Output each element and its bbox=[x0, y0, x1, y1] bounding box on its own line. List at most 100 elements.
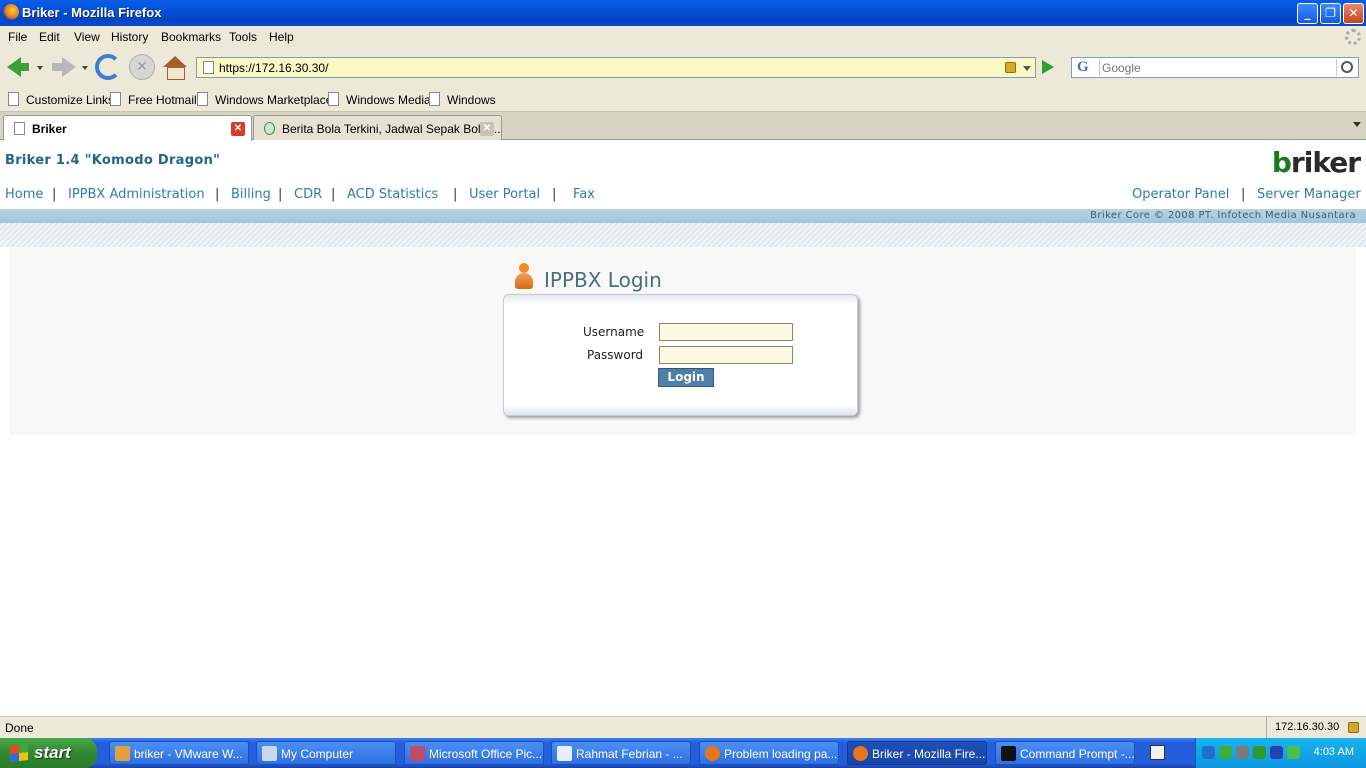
nav-separator: | bbox=[1241, 187, 1246, 202]
bookmark-windows[interactable]: Windows bbox=[429, 92, 496, 107]
tab-strip: Briker ✕ Berita Bola Terkini, Jadwal Sep… bbox=[0, 112, 1366, 141]
bookmarks-toolbar: Customize Links Free Hotmail Windows Mar… bbox=[0, 86, 1366, 112]
bookmark-free-hotmail[interactable]: Free Hotmail bbox=[110, 92, 197, 107]
bookmark-windows-marketplace[interactable]: Windows Marketplace bbox=[197, 92, 332, 107]
nav-separator: | bbox=[278, 187, 283, 202]
language-bar-icon[interactable] bbox=[1172, 745, 1187, 760]
nav-separator: | bbox=[552, 187, 557, 202]
tab-berita-bola[interactable]: Berita Bola Terkini, Jadwal Sepak Bola,.… bbox=[253, 115, 502, 140]
vmware-icon bbox=[115, 746, 130, 761]
menu-view[interactable]: View bbox=[74, 30, 100, 44]
task-briker-firefox[interactable]: Briker - Mozilla Fire... bbox=[847, 741, 987, 765]
tray-update-icon[interactable] bbox=[1287, 746, 1300, 759]
computer-icon bbox=[262, 746, 277, 761]
user-icon bbox=[515, 263, 533, 291]
task-office-picture[interactable]: Microsoft Office Pic... bbox=[404, 741, 544, 765]
list-all-tabs-icon[interactable] bbox=[1353, 122, 1361, 127]
nav-ippbx-administration[interactable]: IPPBX Administration bbox=[68, 187, 205, 202]
url-history-dropdown-icon[interactable] bbox=[1023, 66, 1031, 71]
window-title: Briker - Mozilla Firefox bbox=[22, 5, 162, 20]
windows-logo-icon bbox=[10, 744, 28, 762]
search-input[interactable] bbox=[1102, 59, 1330, 76]
nav-user-portal[interactable]: User Portal bbox=[469, 187, 540, 202]
menu-edit[interactable]: Edit bbox=[39, 30, 60, 44]
briker-logo: briker bbox=[1271, 146, 1361, 179]
tab-briker[interactable]: Briker ✕ bbox=[3, 115, 252, 141]
go-button[interactable] bbox=[1042, 60, 1054, 74]
task-problem-loading[interactable]: Problem loading pa... bbox=[699, 741, 839, 765]
bookmark-customize-links[interactable]: Customize Links bbox=[8, 92, 114, 107]
start-button[interactable]: start bbox=[0, 738, 97, 768]
task-command-prompt[interactable]: Command Prompt -... bbox=[995, 741, 1135, 765]
status-text: Done bbox=[5, 721, 34, 735]
search-bar[interactable]: G bbox=[1071, 57, 1359, 78]
tray-network-icon[interactable] bbox=[1253, 746, 1266, 759]
nav-cdr[interactable]: CDR bbox=[294, 187, 322, 202]
password-field[interactable] bbox=[659, 346, 793, 364]
forward-history-dropdown-icon[interactable] bbox=[82, 66, 88, 70]
home-button[interactable] bbox=[162, 54, 188, 80]
nav-home[interactable]: Home bbox=[5, 187, 43, 202]
password-label: Password bbox=[587, 348, 644, 362]
stop-button[interactable]: ✕ bbox=[129, 54, 155, 80]
cmd-icon bbox=[1001, 746, 1016, 761]
url-input[interactable] bbox=[219, 59, 999, 76]
tray-bluetooth-icon[interactable] bbox=[1270, 746, 1283, 759]
username-field[interactable] bbox=[659, 323, 793, 341]
close-tab-icon[interactable]: ✕ bbox=[231, 122, 245, 136]
clock: 4:03 AM bbox=[1313, 746, 1354, 758]
close-window-button[interactable]: ✕ bbox=[1343, 3, 1364, 24]
menu-history[interactable]: History bbox=[111, 30, 148, 44]
help-icon[interactable] bbox=[1150, 745, 1165, 760]
nav-separator: | bbox=[52, 187, 57, 202]
nav-separator: | bbox=[331, 187, 336, 202]
back-button[interactable] bbox=[5, 54, 31, 80]
page-icon bbox=[203, 61, 214, 74]
throbber-icon bbox=[1345, 29, 1361, 45]
menu-help[interactable]: Help bbox=[269, 30, 294, 44]
search-icon[interactable] bbox=[1336, 59, 1356, 76]
nav-acd-statistics[interactable]: ACD Statistics bbox=[347, 187, 438, 202]
ssl-lock-icon[interactable] bbox=[1005, 62, 1016, 73]
reload-button[interactable] bbox=[95, 54, 121, 80]
nav-billing[interactable]: Billing bbox=[231, 187, 271, 202]
page-icon bbox=[110, 92, 121, 106]
tray-back-icon[interactable] bbox=[1202, 746, 1215, 759]
forward-button[interactable] bbox=[50, 54, 76, 80]
page-icon bbox=[8, 92, 19, 106]
ssl-lock-icon[interactable] bbox=[1348, 722, 1359, 733]
page-icon bbox=[197, 92, 208, 106]
menu-tools[interactable]: Tools bbox=[229, 30, 257, 44]
menu-bar: File Edit View History Bookmarks Tools H… bbox=[0, 26, 1366, 48]
back-history-dropdown-icon[interactable] bbox=[37, 66, 43, 70]
nav-fax[interactable]: Fax bbox=[573, 187, 595, 202]
tray-app-icon[interactable] bbox=[1219, 746, 1232, 759]
task-my-computer[interactable]: My Computer bbox=[256, 741, 396, 765]
office-picture-icon bbox=[410, 746, 425, 761]
tray-speaker-icon[interactable] bbox=[1236, 746, 1249, 759]
copyright-text: Briker Core © 2008 PT. Infotech Media Nu… bbox=[1090, 210, 1356, 221]
menu-bookmarks[interactable]: Bookmarks bbox=[161, 30, 221, 44]
minimize-button[interactable]: _ bbox=[1297, 3, 1318, 24]
firefox-logo-icon bbox=[3, 4, 19, 20]
close-tab-icon[interactable]: ✕ bbox=[480, 122, 494, 136]
page-icon bbox=[14, 122, 25, 135]
menu-file[interactable]: File bbox=[8, 30, 27, 44]
nav-server-manager[interactable]: Server Manager bbox=[1257, 187, 1361, 202]
status-bar: Done 172.16.30.30 bbox=[0, 716, 1366, 738]
globe-icon bbox=[264, 122, 275, 135]
nav-separator: | bbox=[453, 187, 458, 202]
bookmark-windows-media[interactable]: Windows Media bbox=[328, 92, 431, 107]
window-titlebar: Briker - Mozilla Firefox _ ❐ ✕ bbox=[0, 0, 1366, 26]
username-label: Username bbox=[583, 325, 645, 339]
nav-operator-panel[interactable]: Operator Panel bbox=[1132, 187, 1229, 202]
address-bar[interactable] bbox=[196, 57, 1036, 78]
task-vmware[interactable]: briker - VMware W... bbox=[109, 741, 249, 765]
search-engine-icon[interactable]: G bbox=[1074, 59, 1100, 76]
word-icon bbox=[557, 746, 572, 761]
firefox-icon bbox=[705, 746, 720, 761]
task-word-document[interactable]: Rahmat Febrian - ... bbox=[551, 741, 691, 765]
login-button[interactable]: Login bbox=[658, 368, 714, 387]
status-ip: 172.16.30.30 bbox=[1266, 717, 1344, 738]
restore-button[interactable]: ❐ bbox=[1320, 3, 1341, 24]
